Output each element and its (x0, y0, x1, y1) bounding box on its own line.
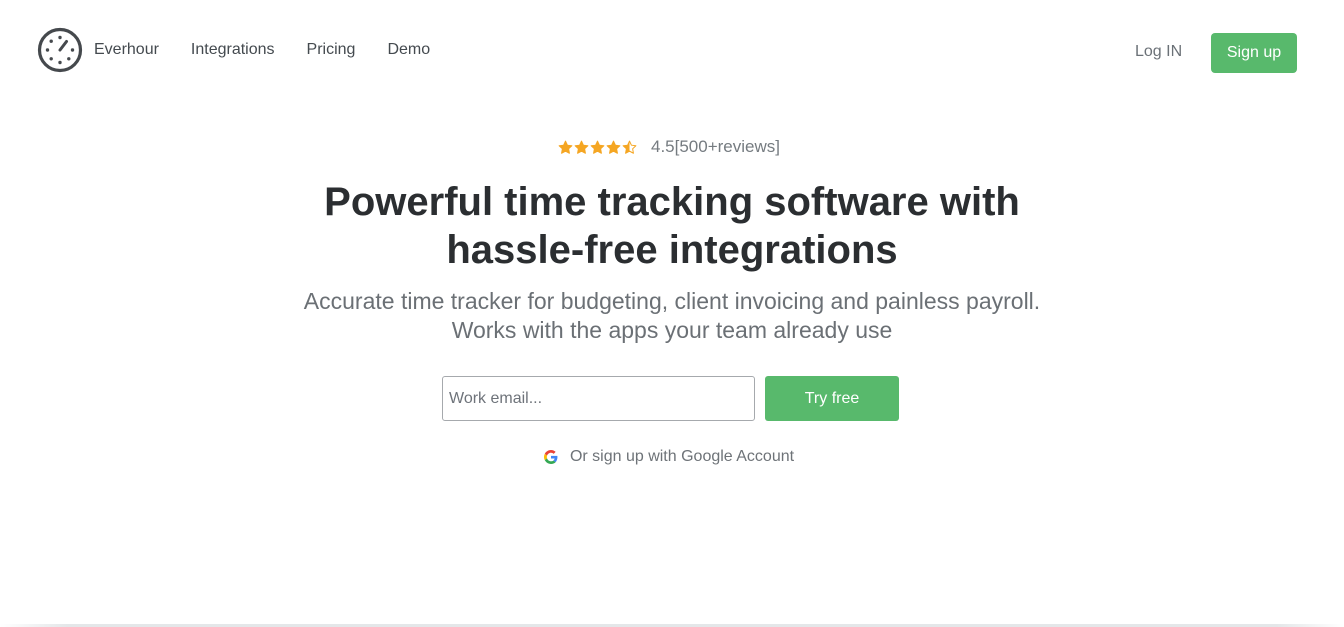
star-full-icon (574, 140, 589, 154)
star-half-icon (622, 140, 637, 154)
nav-demo[interactable]: Demo (387, 41, 430, 59)
page-title-line-1: Powerful time tracking software with (324, 180, 1020, 224)
star-full-icon (606, 140, 621, 154)
google-icon (543, 450, 558, 464)
page: Everhour Integrations Pricing Demo Log I… (0, 0, 1344, 627)
page-title: Powerful time tracking software with has… (0, 178, 1344, 274)
nav-integrations[interactable]: Integrations (191, 41, 275, 59)
google-signup-link[interactable]: Or sign up with Google Account (0, 448, 1344, 466)
email-field[interactable] (442, 376, 755, 421)
try-free-button[interactable]: Try free (765, 376, 899, 421)
login-link[interactable]: Log IN (1135, 43, 1182, 61)
main-nav: Everhour Integrations Pricing Demo (94, 41, 462, 59)
page-title-line-2: hassle-free integrations (446, 228, 898, 272)
rating-text: 4.5[500+reviews] (651, 137, 780, 156)
star-full-icon (590, 140, 605, 154)
signup-form: Try free (442, 376, 899, 421)
star-rating (558, 140, 637, 155)
page-subtitle-line-1: Accurate time tracker for budgeting, cli… (303, 288, 1041, 314)
clock-icon[interactable] (37, 27, 83, 73)
page-subtitle: Accurate time tracker for budgeting, cli… (0, 287, 1344, 345)
signup-button[interactable]: Sign up (1211, 33, 1297, 73)
star-full-icon (558, 140, 573, 154)
rating: 4.5[500+reviews] (0, 137, 1344, 157)
nav-pricing[interactable]: Pricing (307, 41, 356, 59)
google-signup-label: Or sign up with Google Account (569, 448, 795, 465)
nav-everhour[interactable]: Everhour (94, 41, 159, 59)
page-subtitle-line-2: Works with the apps your team already us… (451, 317, 893, 343)
site-header: Everhour Integrations Pricing Demo Log I… (0, 0, 1344, 100)
